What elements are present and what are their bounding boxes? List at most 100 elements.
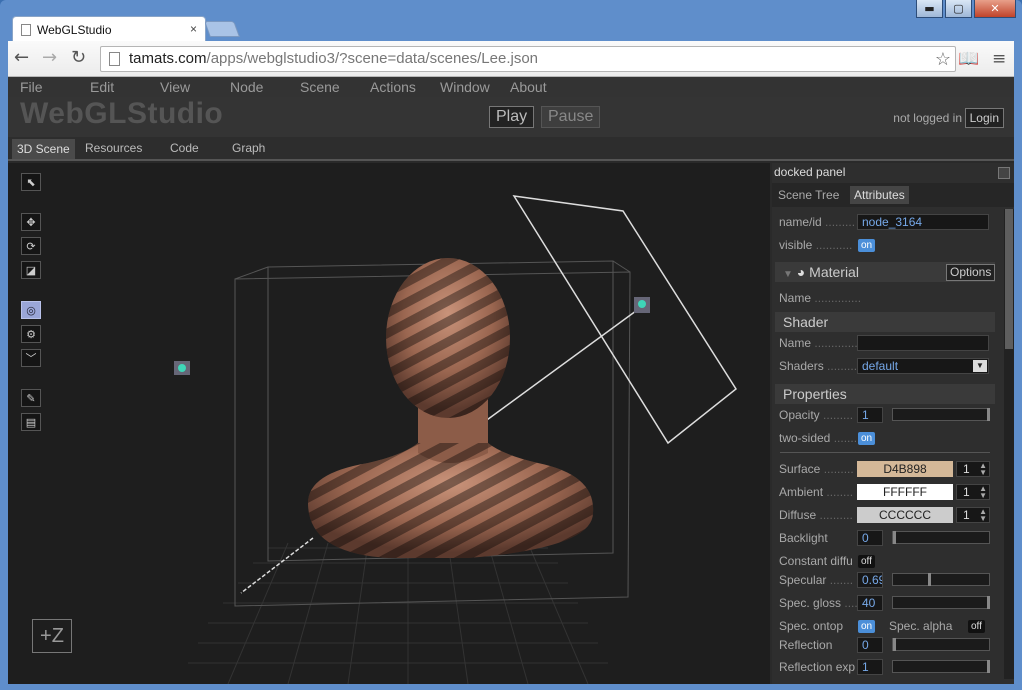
dropdown-arrow-icon[interactable]: ▼ xyxy=(973,360,987,372)
back-arrow-icon[interactable]: ← xyxy=(14,49,29,67)
menu-edit[interactable]: Edit xyxy=(90,79,114,95)
surface-color[interactable]: D4B898 xyxy=(857,461,953,477)
reflection-slider[interactable] xyxy=(892,638,990,651)
two-sided-label: two-sided ....... xyxy=(779,431,858,445)
reflection-exp-label: Reflection exp xyxy=(779,660,856,674)
browser-toolbar: ← → ↻ tamats.com/apps/webglstudio3/?scen… xyxy=(8,41,1014,77)
minimize-button[interactable]: ▬ xyxy=(916,0,943,18)
material-icon: ◕ xyxy=(796,264,806,280)
material-title: Material xyxy=(809,264,859,280)
slider-knob[interactable] xyxy=(987,596,990,609)
slider-knob[interactable] xyxy=(893,638,896,651)
slider-knob[interactable] xyxy=(893,531,896,544)
specular-slider[interactable] xyxy=(892,573,990,586)
opacity-slider[interactable] xyxy=(892,408,990,421)
axis-view-button[interactable]: +Z xyxy=(32,619,72,653)
tab-attributes[interactable]: Attributes xyxy=(850,186,909,204)
document-icon[interactable]: ▤ xyxy=(21,413,41,431)
shaders-label: Shaders ......... xyxy=(779,359,858,373)
menu-actions[interactable]: Actions xyxy=(370,79,416,95)
tab-close-icon[interactable]: × xyxy=(190,22,197,36)
tab-graph[interactable]: Graph xyxy=(232,141,265,155)
menu-icon[interactable]: ≡ xyxy=(992,49,1006,69)
two-sided-toggle[interactable]: on xyxy=(858,432,876,445)
bookmark-star-icon[interactable]: ☆ xyxy=(935,47,951,71)
ambient-multiplier[interactable]: 1 ▲ ▼ xyxy=(956,484,990,500)
name-id-input[interactable]: node_3164 xyxy=(857,214,989,230)
menu-window[interactable]: Window xyxy=(440,79,490,95)
reflection-exp-slider[interactable] xyxy=(892,660,990,673)
shaders-select[interactable]: default ▼ xyxy=(857,358,989,374)
forward-arrow-icon[interactable]: → xyxy=(42,49,57,67)
backlight-input[interactable]: 0 xyxy=(857,530,883,546)
reading-list-icon[interactable]: 📖 xyxy=(958,49,979,69)
address-bar[interactable]: tamats.com/apps/webglstudio3/?scene=data… xyxy=(100,46,956,72)
opacity-label: Opacity ......... xyxy=(779,408,854,422)
tab-code[interactable]: Code xyxy=(170,141,199,155)
surface-multiplier[interactable]: 1 ▲ ▼ xyxy=(956,461,990,477)
surface-label: Surface ......... xyxy=(779,462,854,476)
browser-tab[interactable]: WebGLStudio × xyxy=(12,16,206,42)
tab-resources[interactable]: Resources xyxy=(85,141,142,155)
login-button[interactable]: Login xyxy=(964,108,1004,128)
3d-viewport[interactable]: ⬉ ✥ ⟳ ◪ ◎ ⚙ ﹀ ✎ ▤ +Z xyxy=(8,163,770,684)
diffuse-color[interactable]: CCCCCC xyxy=(857,507,953,523)
browser-window: ▬ ▢ ✕ WebGLStudio × ← → ↻ tamats.com/app… xyxy=(0,0,1022,690)
panel-toggle-button[interactable] xyxy=(998,167,1010,179)
new-tab-button[interactable] xyxy=(204,21,240,37)
scrollbar-thumb[interactable] xyxy=(1005,209,1013,349)
menu-file[interactable]: File xyxy=(20,79,43,95)
spec-ontop-toggle[interactable]: on xyxy=(858,620,876,633)
play-button[interactable]: Play xyxy=(489,106,535,128)
material-options-button[interactable]: Options xyxy=(946,264,996,281)
slider-knob[interactable] xyxy=(987,408,990,421)
spin-arrows-icon[interactable]: ▲ ▼ xyxy=(979,462,987,477)
ambient-color[interactable]: FFFFFF xyxy=(857,484,953,500)
rotate-tool-icon[interactable]: ⟳ xyxy=(21,237,41,255)
spec-gloss-slider[interactable] xyxy=(892,596,990,609)
orbit-camera-icon[interactable]: ◎ xyxy=(21,301,41,319)
scale-tool-icon[interactable]: ◪ xyxy=(21,261,41,279)
slider-knob[interactable] xyxy=(928,573,931,586)
app-logo: WebGLStudio xyxy=(20,97,224,130)
url-host: tamats.com xyxy=(129,50,207,67)
move-tool-icon[interactable]: ✥ xyxy=(21,213,41,231)
wand-icon[interactable]: ✎ xyxy=(21,389,41,407)
menu-scene[interactable]: Scene xyxy=(300,79,340,95)
opacity-input[interactable]: 1 xyxy=(857,407,883,423)
pause-button[interactable]: Pause xyxy=(541,106,601,128)
tab-scene-tree[interactable]: Scene Tree xyxy=(774,186,843,204)
spin-arrows-icon[interactable]: ▲ ▼ xyxy=(979,508,987,523)
menu-node[interactable]: Node xyxy=(230,79,263,95)
menu-about[interactable]: About xyxy=(510,79,547,95)
camera-icon[interactable]: ⚙ xyxy=(21,325,41,343)
panel-scrollbar[interactable] xyxy=(1004,209,1014,679)
backlight-slider[interactable] xyxy=(892,531,990,544)
spec-alpha-toggle[interactable]: off xyxy=(968,620,985,633)
spec-gloss-label: Spec. gloss .... xyxy=(779,596,858,610)
maximize-button[interactable]: ▢ xyxy=(945,0,972,18)
spin-arrows-icon[interactable]: ▲ ▼ xyxy=(979,485,987,500)
slider-knob[interactable] xyxy=(987,660,990,673)
select-tool-icon[interactable]: ⬉ xyxy=(21,173,41,191)
menu-bar: File Edit View Node Scene Actions Window… xyxy=(8,77,1014,97)
spec-ontop-label: Spec. ontop xyxy=(779,619,844,633)
shader-name-input[interactable] xyxy=(857,335,989,351)
reflection-input[interactable]: 0 xyxy=(857,637,883,653)
panel-tabs: Scene Tree Attributes xyxy=(772,183,1014,207)
reload-icon[interactable]: ↻ xyxy=(71,49,86,67)
login-status: not logged in xyxy=(893,111,962,125)
scene-canvas[interactable] xyxy=(8,163,770,684)
specular-input[interactable]: 0.69 xyxy=(857,572,883,588)
tab-3d-scene[interactable]: 3D Scene xyxy=(12,139,75,159)
fly-tool-icon[interactable]: ﹀ xyxy=(21,349,41,367)
close-button[interactable]: ✕ xyxy=(974,0,1016,18)
menu-view[interactable]: View xyxy=(160,79,190,95)
reflection-exp-input[interactable]: 1 xyxy=(857,659,883,675)
constant-diffuse-toggle[interactable]: off xyxy=(858,555,875,568)
spec-gloss-input[interactable]: 40 xyxy=(857,595,883,611)
visible-toggle[interactable]: on xyxy=(858,239,876,252)
diffuse-multiplier[interactable]: 1 ▲ ▼ xyxy=(956,507,990,523)
shader-name-label: Name .............. xyxy=(779,336,862,350)
bust-model[interactable] xyxy=(308,258,594,558)
